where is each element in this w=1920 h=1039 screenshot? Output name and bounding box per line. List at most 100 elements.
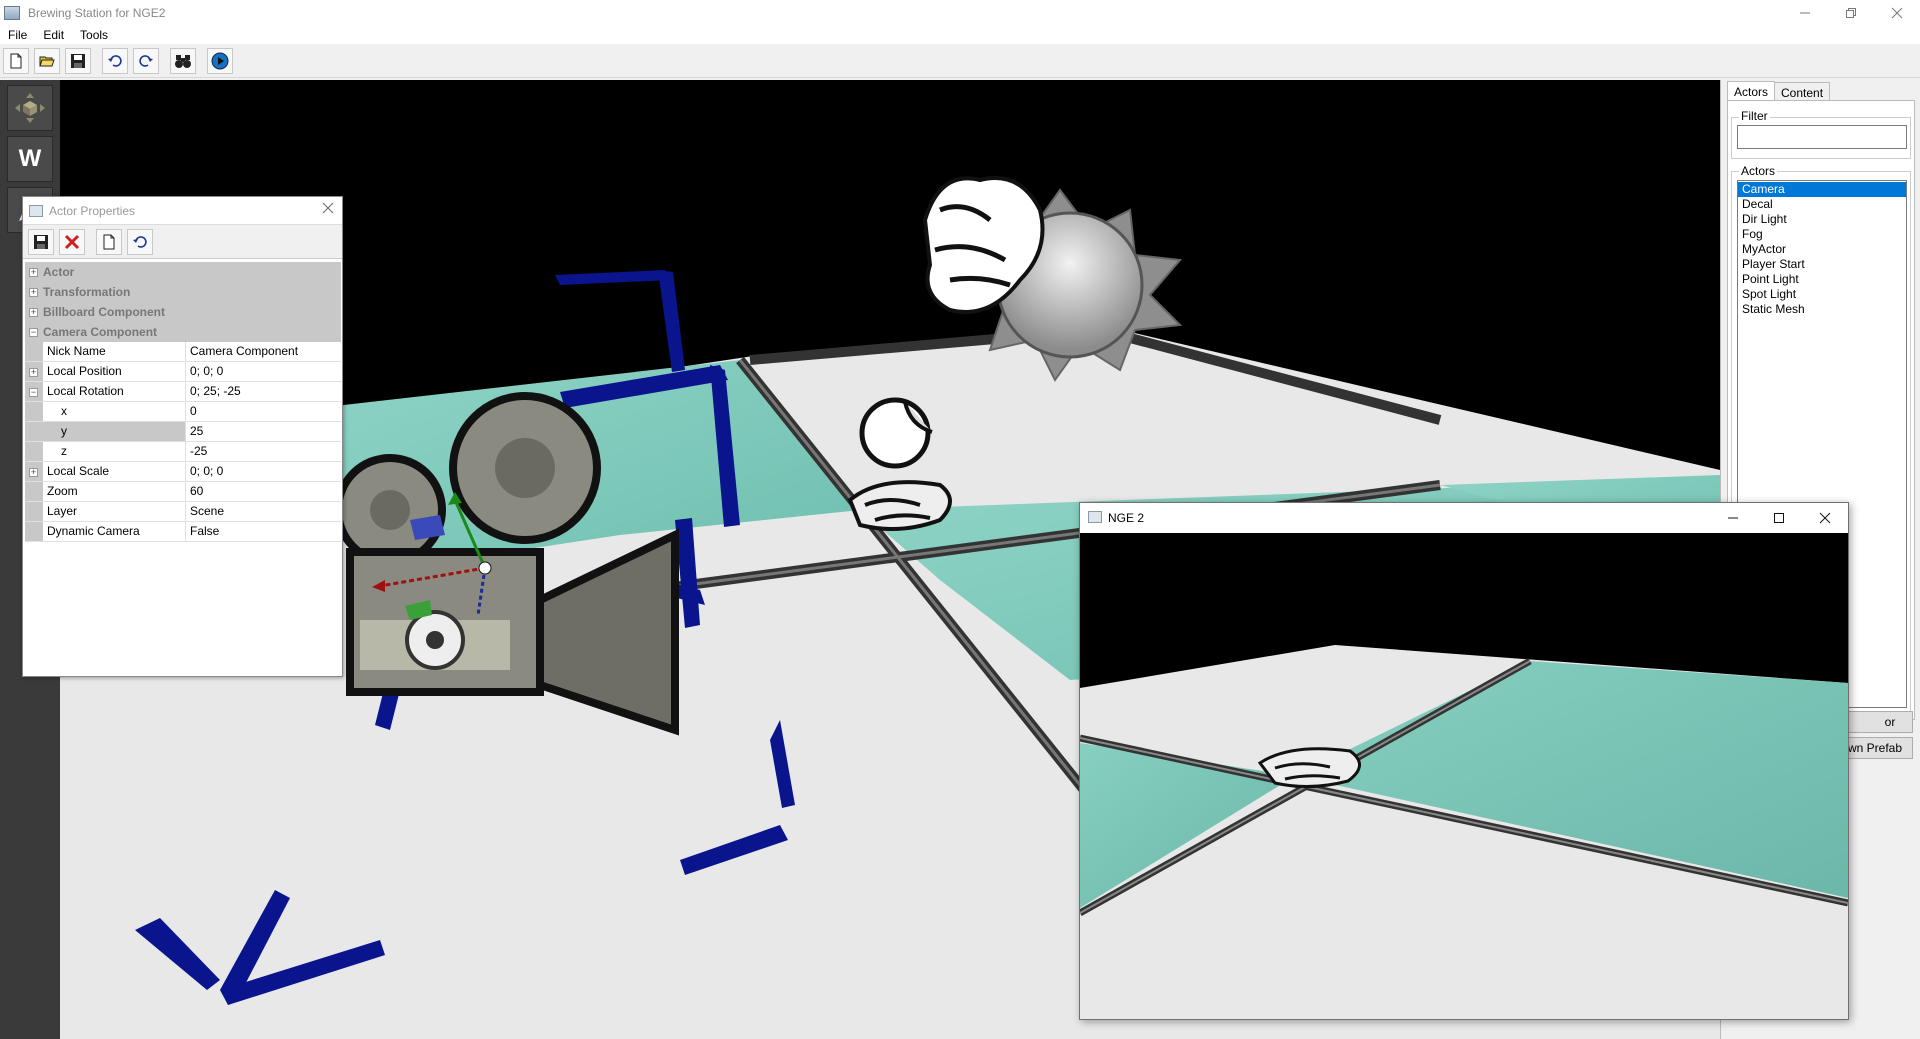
new-document-icon [10, 53, 22, 68]
game-maximize-button[interactable] [1756, 503, 1802, 533]
expand-icon[interactable]: + [29, 268, 38, 277]
menu-edit[interactable]: Edit [35, 28, 72, 42]
open-button[interactable] [34, 47, 60, 74]
collapse-icon[interactable]: − [29, 388, 38, 397]
redo-button[interactable] [133, 47, 159, 74]
close-icon [1819, 512, 1831, 524]
expand-icon[interactable]: + [29, 288, 38, 297]
category-transformation[interactable]: + Transformation [25, 282, 341, 302]
property-value[interactable]: Scene [186, 502, 341, 521]
list-item[interactable]: Static Mesh [1738, 302, 1906, 317]
world-space-label: W [18, 145, 42, 172]
window-controls [1782, 0, 1920, 26]
category-label: Camera Component [43, 325, 158, 339]
list-item[interactable]: Dir Light [1738, 212, 1906, 227]
property-value[interactable]: 0; 25; -25 [186, 382, 341, 401]
save-icon [71, 53, 85, 68]
property-value[interactable]: 0 [186, 402, 341, 421]
menu-file[interactable]: File [0, 28, 35, 42]
property-name: Local Position [43, 362, 186, 381]
property-row[interactable]: Nick Name Camera Component [25, 342, 341, 362]
property-name: z [43, 442, 186, 461]
category-camera-component[interactable]: − Camera Component [25, 322, 341, 342]
actors-label: Actors [1739, 164, 1778, 178]
menu-tools[interactable]: Tools [72, 28, 116, 42]
category-billboard-component[interactable]: + Billboard Component [25, 302, 341, 322]
list-item[interactable]: Point Light [1738, 272, 1906, 287]
restore-button[interactable] [1828, 0, 1874, 26]
expand-icon[interactable]: + [29, 368, 38, 377]
game-close-button[interactable] [1802, 503, 1848, 533]
menu-bar: File Edit Tools [0, 26, 1920, 44]
list-item[interactable]: Camera [1738, 182, 1906, 197]
player-start-mesh [1257, 747, 1361, 789]
list-item[interactable]: Fog [1738, 227, 1906, 242]
properties-title-bar[interactable]: Actor Properties [23, 197, 342, 225]
property-row[interactable]: + Local Position 0; 0; 0 [25, 362, 341, 382]
property-value[interactable]: -25 [186, 442, 341, 461]
find-button[interactable] [170, 47, 196, 74]
expand-icon[interactable]: + [29, 468, 38, 477]
undo-icon [133, 235, 147, 248]
property-value[interactable]: Camera Component [186, 342, 341, 361]
collapse-icon[interactable]: − [29, 328, 38, 337]
property-row[interactable]: Layer Scene [25, 502, 341, 522]
undo-icon [108, 54, 122, 67]
undo-button[interactable] [102, 47, 128, 74]
new-document-icon [103, 234, 115, 249]
revert-button[interactable] [127, 228, 153, 255]
list-item[interactable]: Decal [1738, 197, 1906, 212]
game-render-view[interactable] [1080, 533, 1848, 1019]
list-item[interactable]: MyActor [1738, 242, 1906, 257]
window-icon [1088, 511, 1102, 523]
property-name: y [43, 422, 186, 441]
property-value[interactable]: False [186, 522, 341, 541]
property-row[interactable]: − Local Rotation 0; 25; -25 [25, 382, 341, 402]
apply-button[interactable] [28, 228, 54, 255]
property-value[interactable]: 0; 0; 0 [186, 362, 341, 381]
decal-billboard [859, 397, 933, 469]
save-icon [34, 234, 48, 249]
filter-label: Filter [1739, 109, 1770, 123]
game-preview-window: NGE 2 [1079, 502, 1849, 1020]
property-value[interactable]: 60 [186, 482, 341, 501]
list-item[interactable]: Spot Light [1738, 287, 1906, 302]
expand-icon[interactable]: + [29, 308, 38, 317]
delete-button[interactable] [59, 228, 85, 255]
property-row[interactable]: + Local Scale 0; 0; 0 [25, 462, 341, 482]
filter-input[interactable] [1737, 125, 1907, 149]
close-icon [1891, 7, 1903, 19]
property-value[interactable]: 0; 0; 0 [186, 462, 341, 481]
app-icon [4, 6, 20, 20]
move-cube-icon [15, 93, 45, 123]
property-row[interactable]: Zoom 60 [25, 482, 341, 502]
property-name: x [43, 402, 186, 421]
new-component-button[interactable] [96, 228, 122, 255]
game-window-title-bar[interactable]: NGE 2 [1080, 503, 1848, 533]
world-space-button[interactable]: W [7, 136, 53, 182]
close-button[interactable] [1874, 0, 1920, 26]
player-start-mesh [847, 480, 952, 531]
property-row[interactable]: y 25 [25, 422, 341, 442]
properties-close-button[interactable] [322, 201, 334, 219]
game-minimize-button[interactable] [1710, 503, 1756, 533]
add-actor-button-label: or [1884, 715, 1896, 729]
play-button[interactable] [207, 47, 233, 74]
minimize-button[interactable] [1782, 0, 1828, 26]
property-row[interactable]: x0 [25, 402, 341, 422]
property-name: Local Scale [43, 462, 186, 481]
save-button[interactable] [65, 47, 91, 74]
properties-title: Actor Properties [49, 203, 136, 218]
category-actor[interactable]: + Actor [25, 262, 341, 282]
new-button[interactable] [3, 47, 29, 74]
property-name: Layer [43, 502, 186, 521]
property-row[interactable]: z -25 [25, 442, 341, 462]
category-label: Billboard Component [43, 305, 165, 319]
list-item[interactable]: Player Start [1738, 257, 1906, 272]
title-bar: Brewing Station for NGE2 [0, 0, 1920, 26]
minimize-icon [1800, 12, 1810, 14]
category-label: Actor [43, 265, 75, 279]
property-value[interactable]: 25 [186, 422, 341, 441]
move-tool-button[interactable] [7, 85, 53, 131]
property-row[interactable]: Dynamic Camera False [25, 522, 341, 542]
